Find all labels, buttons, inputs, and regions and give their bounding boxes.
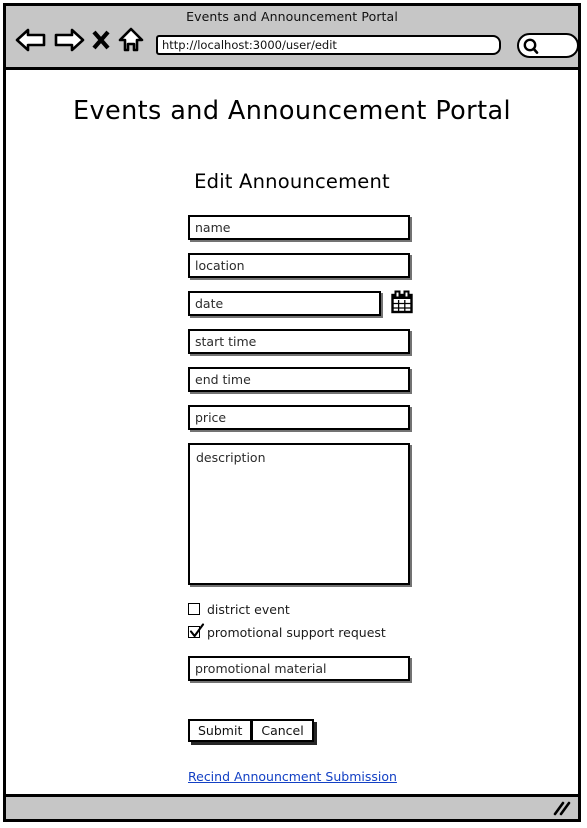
checkbox-spacer — [188, 647, 410, 656]
description-placeholder: description — [196, 450, 266, 465]
page-title: Events and Announcement Portal — [73, 96, 511, 126]
window-title: Events and Announcement Portal — [186, 9, 398, 24]
section-title: Edit Announcement — [194, 170, 390, 193]
cancel-button[interactable]: Cancel — [252, 719, 314, 742]
submit-button[interactable]: Submit — [188, 719, 253, 742]
date-field-placeholder: date — [195, 296, 224, 311]
back-arrow-icon[interactable] — [15, 27, 47, 53]
start-time-field-placeholder: start time — [195, 334, 257, 349]
browser-nav-icons — [15, 26, 145, 54]
price-field[interactable]: price — [188, 405, 410, 430]
description-textarea[interactable]: description — [188, 443, 410, 585]
search-input[interactable] — [517, 33, 579, 58]
calendar-icon[interactable] — [389, 289, 415, 317]
forward-arrow-icon[interactable] — [53, 27, 85, 53]
location-field[interactable]: location — [188, 253, 410, 278]
close-x-icon[interactable] — [91, 28, 111, 52]
district-event-label: district event — [207, 601, 290, 617]
location-field-placeholder: location — [195, 258, 245, 273]
promotional-support-checkbox-row[interactable]: promotional support request — [188, 623, 410, 640]
browser-chrome: Events and Announcement Portal http://lo… — [6, 6, 579, 70]
status-bar — [6, 794, 578, 819]
url-input[interactable]: http://localhost:3000/user/edit — [156, 35, 501, 55]
rescind-submission-link[interactable]: Recind Announcment Submission — [188, 769, 397, 784]
promotional-support-checkbox[interactable] — [188, 623, 205, 638]
district-event-checkbox-row[interactable]: district event — [188, 601, 410, 617]
form-button-group: Submit Cancel — [188, 719, 314, 742]
edit-announcement-form: name location date start time end time p… — [188, 215, 413, 785]
start-time-field[interactable]: start time — [188, 329, 410, 354]
home-icon[interactable] — [117, 26, 145, 54]
date-row: date — [188, 290, 413, 329]
name-field[interactable]: name — [188, 215, 410, 240]
browser-window: Events and Announcement Portal http://lo… — [3, 3, 581, 822]
date-field[interactable]: date — [188, 291, 381, 316]
name-field-placeholder: name — [195, 220, 231, 235]
checkmark-icon — [188, 622, 205, 644]
promotional-material-field[interactable]: promotional material — [188, 656, 410, 681]
resize-grip-icon[interactable] — [550, 800, 572, 818]
end-time-field-placeholder: end time — [195, 372, 251, 387]
district-event-checkbox[interactable] — [188, 603, 200, 615]
page-content: Events and Announcement Portal Edit Anno… — [6, 70, 578, 794]
search-icon — [522, 37, 540, 60]
price-field-placeholder: price — [195, 410, 227, 425]
promotional-material-placeholder: promotional material — [195, 661, 327, 676]
end-time-field[interactable]: end time — [188, 367, 410, 392]
promotional-support-label: promotional support request — [207, 624, 386, 640]
